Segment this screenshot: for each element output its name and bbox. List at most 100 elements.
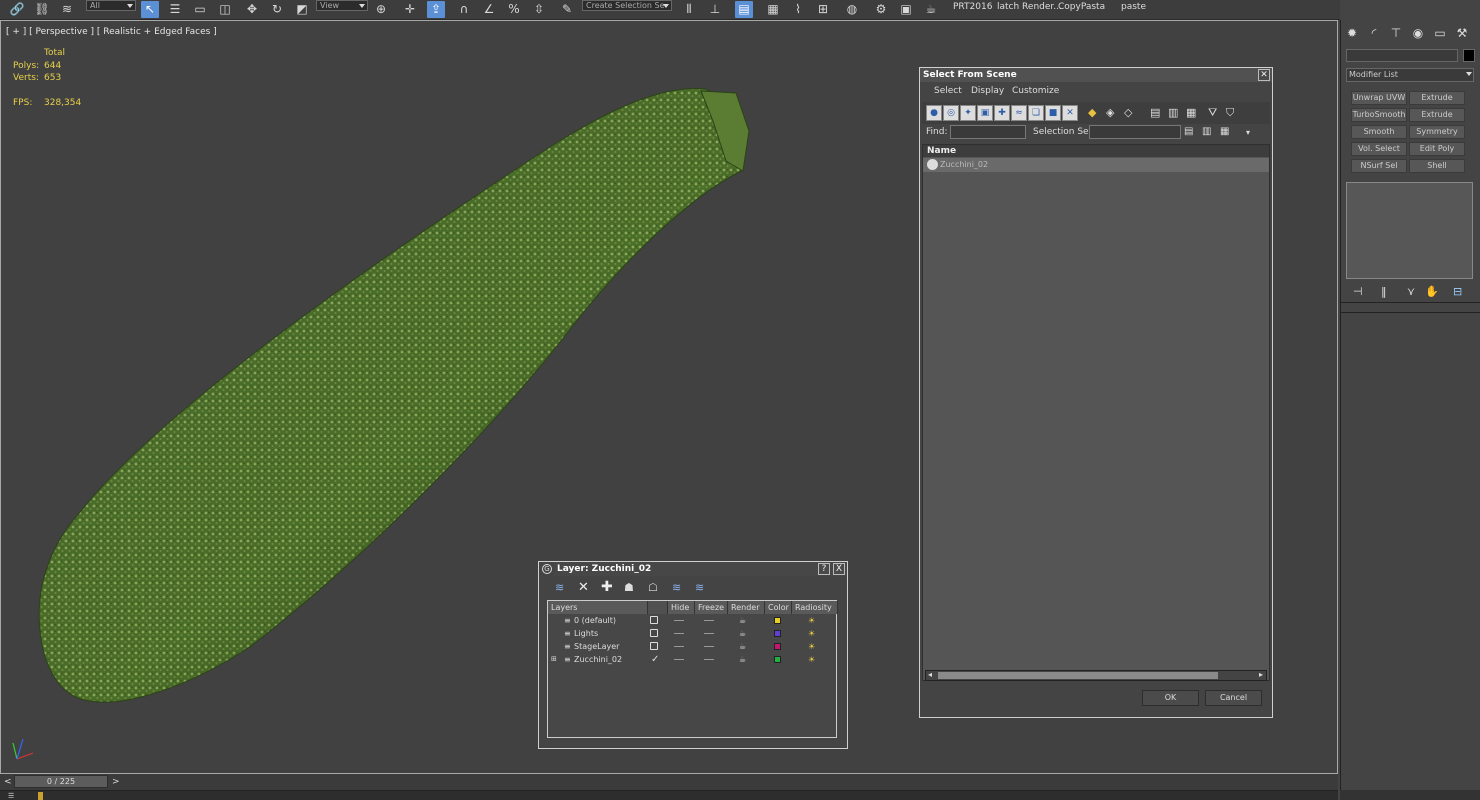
rectangular-selection-icon[interactable]: ▭ — [191, 1, 209, 18]
menu-select[interactable]: Select — [934, 86, 962, 96]
column-header-color[interactable]: Color — [765, 601, 792, 614]
ok-button[interactable]: OK — [1142, 690, 1199, 706]
close-button[interactable]: X — [833, 563, 845, 575]
scrollbar-thumb[interactable] — [938, 672, 1218, 679]
make-unique-icon[interactable]: ⋎ — [1407, 285, 1415, 298]
align-icon[interactable]: ⊥ — [706, 1, 724, 18]
toolbar-label-copypasta[interactable]: CopyPasta — [1058, 2, 1105, 12]
pin-stack-icon[interactable]: ⊣ — [1353, 285, 1363, 298]
mirror-icon[interactable]: ⫴ — [680, 1, 698, 18]
modifier-list-dropdown[interactable]: Modifier List — [1346, 68, 1474, 82]
find-input[interactable] — [950, 125, 1026, 139]
display-children-icon[interactable]: ▤ — [1150, 106, 1160, 119]
pivot-center-icon[interactable]: ⊕ — [372, 1, 390, 18]
radiosity-icon[interactable]: ☀ — [808, 627, 815, 640]
toolbar-label-batch-render[interactable]: latch Render... — [997, 2, 1062, 12]
freeze-unfreeze-all-icon[interactable]: ≋ — [695, 581, 704, 594]
display-bones-icon[interactable]: ✕ — [1062, 105, 1078, 121]
scroll-right-icon[interactable]: ▸ — [1259, 670, 1263, 679]
track-bar[interactable]: ☰ — [0, 790, 1338, 800]
display-lights-icon[interactable]: ✦ — [960, 105, 976, 121]
create-tab-icon[interactable]: ✹ — [1343, 24, 1361, 42]
select-rotate-icon[interactable]: ↻ — [268, 1, 286, 18]
table-row[interactable]: ≡ 0 (default) ☕ ☀ — [548, 614, 834, 627]
column-header-current[interactable] — [648, 601, 668, 614]
current-layer-checkbox[interactable] — [650, 642, 658, 650]
select-highlighted-icon[interactable]: ☗ — [624, 581, 634, 594]
column-header-layers[interactable]: Layers — [548, 601, 648, 614]
toolbar-label-paste[interactable]: paste — [1121, 2, 1146, 12]
hide-toggle[interactable] — [674, 633, 684, 634]
scene-explorer-icon[interactable]: ▦ — [764, 1, 782, 18]
layers-table[interactable]: Layers Hide Freeze Render Color Radiosit… — [547, 600, 838, 738]
toolbar-label-prt2016[interactable]: PRT2016 — [953, 2, 992, 12]
layer-color-swatch[interactable] — [774, 630, 781, 637]
keyboard-shortcut-override-icon[interactable]: ⇪ — [427, 1, 445, 18]
remove-modifier-icon[interactable]: ✋ — [1425, 285, 1439, 298]
selection-filter-dropdown[interactable]: All — [86, 0, 136, 11]
display-influences-icon[interactable]: ▥ — [1168, 106, 1178, 119]
create-layer-icon[interactable]: ≋ — [555, 581, 564, 594]
select-none-icon[interactable]: ◈ — [1106, 106, 1114, 119]
layer-color-swatch[interactable] — [774, 617, 781, 624]
display-groups-icon[interactable]: ❏ — [1028, 105, 1044, 121]
render-teapot-icon[interactable]: ☕ — [739, 640, 746, 653]
show-end-result-icon[interactable]: ‖ — [1381, 285, 1387, 298]
display-xrefs-icon[interactable]: ■ — [1045, 105, 1061, 121]
expand-icon[interactable]: ⊞ — [551, 653, 557, 666]
column-header-render[interactable]: Render — [728, 601, 765, 614]
schematic-view-icon[interactable]: ⊞ — [814, 1, 832, 18]
render-teapot-icon[interactable]: ☕ — [739, 614, 746, 627]
current-layer-checkbox[interactable] — [650, 629, 658, 637]
table-row[interactable]: ⊞ ≡ Zucchini_02 ✓ ☕ ☀ — [548, 653, 834, 666]
render-production-icon[interactable]: ☕ — [922, 1, 940, 18]
add-to-layer-icon[interactable]: ✚ — [601, 579, 613, 595]
select-scale-icon[interactable]: ◩ — [293, 1, 311, 18]
radiosity-icon[interactable]: ☀ — [808, 640, 815, 653]
bind-space-warp-icon[interactable]: ≋ — [58, 1, 76, 18]
hide-toggle[interactable] — [674, 659, 684, 660]
close-icon[interactable]: ✕ — [1258, 69, 1270, 81]
curve-editor-icon[interactable]: ⌇ — [789, 1, 807, 18]
add-to-selection-set-icon[interactable]: ▥ — [1202, 126, 1211, 137]
cancel-button[interactable]: Cancel — [1205, 690, 1262, 706]
select-move-icon[interactable]: ✥ — [243, 1, 261, 18]
hide-unhide-all-icon[interactable]: ≋ — [672, 581, 681, 594]
freeze-toggle[interactable] — [704, 620, 714, 621]
material-editor-icon[interactable]: ◍ — [843, 1, 861, 18]
select-invert-icon[interactable]: ◇ — [1124, 106, 1132, 119]
current-layer-checkbox[interactable] — [650, 616, 658, 624]
window-crossing-icon[interactable]: ◫ — [216, 1, 234, 18]
modifier-button-unwrap-uvw[interactable]: Unwrap UVW — [1351, 91, 1407, 105]
freeze-toggle[interactable] — [704, 633, 714, 634]
reference-coordinate-dropdown[interactable]: View — [316, 0, 368, 11]
remove-from-selection-set-icon[interactable]: ▦ — [1220, 126, 1229, 137]
radiosity-icon[interactable]: ☀ — [808, 614, 815, 627]
motion-tab-icon[interactable]: ◉ — [1409, 24, 1427, 42]
current-layer-check-icon[interactable]: ✓ — [651, 653, 659, 666]
modifier-button-edit-poly[interactable]: Edit Poly — [1409, 142, 1465, 156]
select-manipulate-icon[interactable]: ✛ — [401, 1, 419, 18]
render-teapot-icon[interactable]: ☕ — [739, 627, 746, 640]
modifier-button-extrude-2[interactable]: Extrude — [1409, 108, 1465, 122]
column-header-freeze[interactable]: Freeze — [695, 601, 728, 614]
modifier-button-smooth[interactable]: Smooth — [1351, 125, 1407, 139]
modifier-button-extrude[interactable]: Extrude — [1409, 91, 1465, 105]
hide-toggle[interactable] — [674, 620, 684, 621]
modifier-button-symmetry[interactable]: Symmetry — [1409, 125, 1465, 139]
filter-options-icon[interactable]: ⛉ — [1226, 106, 1234, 120]
modifier-button-turbosmooth[interactable]: TurboSmooth — [1351, 108, 1407, 122]
time-marker[interactable] — [38, 792, 43, 800]
spinner-snap-icon[interactable]: ⇳ — [530, 1, 548, 18]
unlink-icon[interactable]: ⛓ — [33, 1, 51, 18]
link-icon[interactable]: 🔗 — [8, 1, 26, 18]
layer-manager-icon[interactable]: ▤ — [735, 1, 753, 18]
freeze-toggle[interactable] — [704, 659, 714, 660]
highlight-selected-icon[interactable]: ☖ — [648, 581, 658, 594]
scene-object-list[interactable]: Name Zucchini_02 ◂ ▸ — [922, 144, 1270, 681]
display-tab-icon[interactable]: ▭ — [1431, 24, 1449, 42]
chevron-down-icon[interactable]: ▾ — [1246, 128, 1250, 137]
menu-display[interactable]: Display — [971, 86, 1004, 96]
track-bar-menu-icon[interactable]: ☰ — [8, 792, 14, 800]
render-setup-icon[interactable]: ⚙ — [872, 1, 890, 18]
